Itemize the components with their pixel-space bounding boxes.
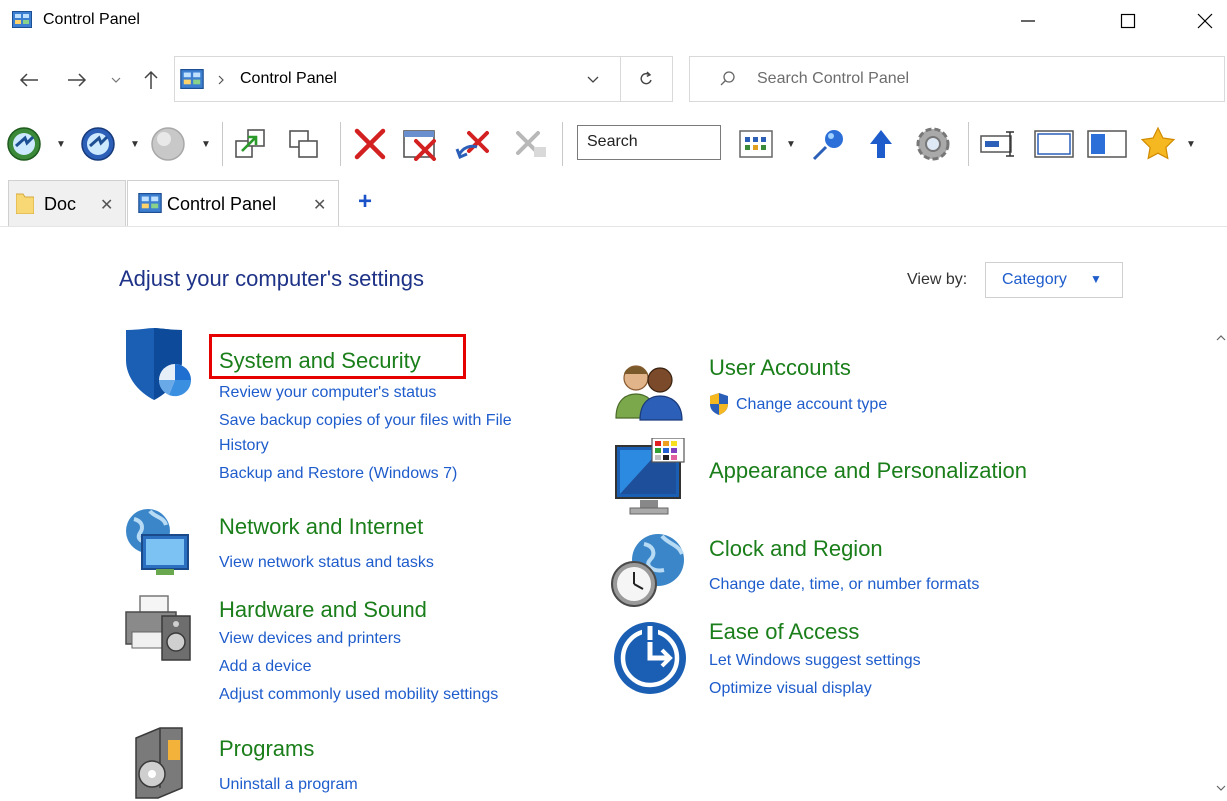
programs-disc-icon <box>135 727 183 799</box>
forward-arrow-icon <box>68 73 87 87</box>
link-save-backup-copies-cont[interactable]: History <box>219 437 269 455</box>
category-system-and-security[interactable]: System and Security <box>219 348 421 374</box>
search-placeholder: Search Control Panel <box>757 70 910 87</box>
close-button[interactable] <box>1183 6 1227 36</box>
new-window-icon[interactable] <box>234 127 270 161</box>
category-programs[interactable]: Programs <box>219 736 314 762</box>
forward-blue-icon[interactable] <box>80 126 120 162</box>
dual-pane-icon[interactable] <box>1087 130 1127 158</box>
close-others-disabled-icon[interactable] <box>510 127 550 161</box>
page-title: Adjust your computer's settings <box>119 266 425 291</box>
scroll-up-arrow-icon[interactable] <box>1216 334 1226 342</box>
back-button[interactable] <box>16 66 42 94</box>
tab-doc-close-icon[interactable]: ✕ <box>100 195 113 215</box>
delete-red-x-icon[interactable] <box>352 126 388 162</box>
toolbar-separator <box>968 122 969 166</box>
title-bar: Control Panel <box>0 0 1227 44</box>
up-button[interactable] <box>138 66 164 94</box>
new-tab-plus-icon[interactable]: + <box>358 188 372 216</box>
uac-shield-icon <box>710 393 728 415</box>
tab-strip-border <box>0 226 1227 227</box>
link-uninstall-a-program[interactable]: Uninstall a program <box>219 776 358 794</box>
network-globe-icon <box>126 509 189 575</box>
settings-gear-icon[interactable] <box>914 125 952 163</box>
view-mode-icon[interactable] <box>739 130 773 158</box>
back-arrow-icon <box>19 73 38 87</box>
scroll-down-arrow-icon[interactable] <box>1216 784 1226 792</box>
link-add-a-device[interactable]: Add a device <box>219 658 312 676</box>
category-ease-of-access[interactable]: Ease of Access <box>709 619 859 645</box>
chevron-down-icon <box>111 77 121 83</box>
view-mode-dropdown-arrow-icon[interactable]: ▼ <box>786 139 796 150</box>
favorites-star-icon[interactable] <box>1139 125 1177 163</box>
control-panel-icon <box>138 193 162 213</box>
user-accounts-icon <box>615 365 683 421</box>
shield-icon <box>126 328 192 400</box>
link-change-date-time-formats[interactable]: Change date, time, or number formats <box>709 576 979 594</box>
cascade-windows-icon[interactable] <box>287 127 323 161</box>
close-icon <box>1197 13 1213 29</box>
window-title: Control Panel <box>43 11 140 28</box>
category-hardware-and-sound[interactable]: Hardware and Sound <box>219 597 427 623</box>
globe-disabled-icon[interactable] <box>150 126 190 162</box>
rename-field-icon[interactable] <box>980 130 1020 158</box>
ease-of-access-icon <box>614 622 686 694</box>
pushpin-icon[interactable] <box>810 125 848 163</box>
link-view-devices-and-printers[interactable]: View devices and printers <box>219 630 401 648</box>
link-optimize-visual-display[interactable]: Optimize visual display <box>709 680 872 698</box>
undo-close-icon[interactable] <box>455 127 495 161</box>
link-adjust-mobility-settings[interactable]: Adjust commonly used mobility settings <box>219 686 498 704</box>
forward-button[interactable] <box>64 66 90 94</box>
tab-doc-label: Doc <box>44 194 77 214</box>
maximize-icon <box>1120 13 1136 29</box>
up-arrow-icon <box>144 70 158 89</box>
category-appearance-and-personalization[interactable]: Appearance and Personalization <box>709 458 1027 484</box>
appearance-monitor-icon <box>615 438 685 515</box>
favorites-dropdown-arrow-icon[interactable]: ▼ <box>1186 139 1196 150</box>
address-dropdown-icon[interactable] <box>587 76 599 84</box>
toolbar-separator <box>222 122 223 166</box>
search-icon <box>720 71 735 86</box>
link-change-account-type[interactable]: Change account type <box>736 396 887 414</box>
toolbar-search-label: Search <box>587 133 638 150</box>
close-window-x-icon[interactable] <box>402 127 442 161</box>
link-save-backup-copies[interactable]: Save backup copies of your files with Fi… <box>219 412 512 430</box>
link-backup-and-restore[interactable]: Backup and Restore (Windows 7) <box>219 465 457 483</box>
folder-icon <box>15 192 35 215</box>
back-dropdown-arrow-icon[interactable]: ▼ <box>56 139 66 150</box>
minimize-icon <box>1021 20 1035 22</box>
clock-globe-icon <box>611 534 684 607</box>
category-network-and-internet[interactable]: Network and Internet <box>219 514 423 540</box>
link-let-windows-suggest-settings[interactable]: Let Windows suggest settings <box>709 652 921 670</box>
minimize-button[interactable] <box>1006 6 1050 36</box>
toolbar-separator <box>562 122 563 166</box>
tab-control-panel-close-icon[interactable]: ✕ <box>313 195 326 215</box>
category-clock-and-region[interactable]: Clock and Region <box>709 536 883 562</box>
single-pane-icon[interactable] <box>1034 130 1074 158</box>
link-view-network-status[interactable]: View network status and tasks <box>219 554 434 572</box>
view-by-value[interactable]: Category <box>1002 271 1067 289</box>
link-review-computer-status[interactable]: Review your computer's status <box>219 384 436 402</box>
breadcrumb-separator-icon <box>218 75 224 85</box>
view-by-caret-icon[interactable]: ▼ <box>1090 272 1102 286</box>
forward-dropdown-arrow-icon[interactable]: ▼ <box>130 139 140 150</box>
printer-speaker-icon <box>125 595 191 661</box>
control-panel-icon <box>180 69 204 89</box>
refresh-icon[interactable] <box>638 71 654 88</box>
up-level-arrow-icon[interactable] <box>866 127 896 161</box>
maximize-button[interactable] <box>1106 6 1150 36</box>
view-by-label: View by: <box>907 271 968 288</box>
control-panel-icon <box>12 11 32 28</box>
recent-locations-button[interactable] <box>107 66 125 94</box>
back-green-icon[interactable] <box>6 126 46 162</box>
category-user-accounts[interactable]: User Accounts <box>709 355 851 381</box>
tab-control-panel-label: Control Panel <box>167 194 277 214</box>
toolbar-separator <box>340 122 341 166</box>
vertical-scrollbar[interactable] <box>1213 330 1227 801</box>
breadcrumb-control-panel[interactable]: Control Panel <box>240 70 337 88</box>
address-divider <box>620 57 621 101</box>
globe-dropdown-arrow-icon[interactable]: ▼ <box>201 139 211 150</box>
